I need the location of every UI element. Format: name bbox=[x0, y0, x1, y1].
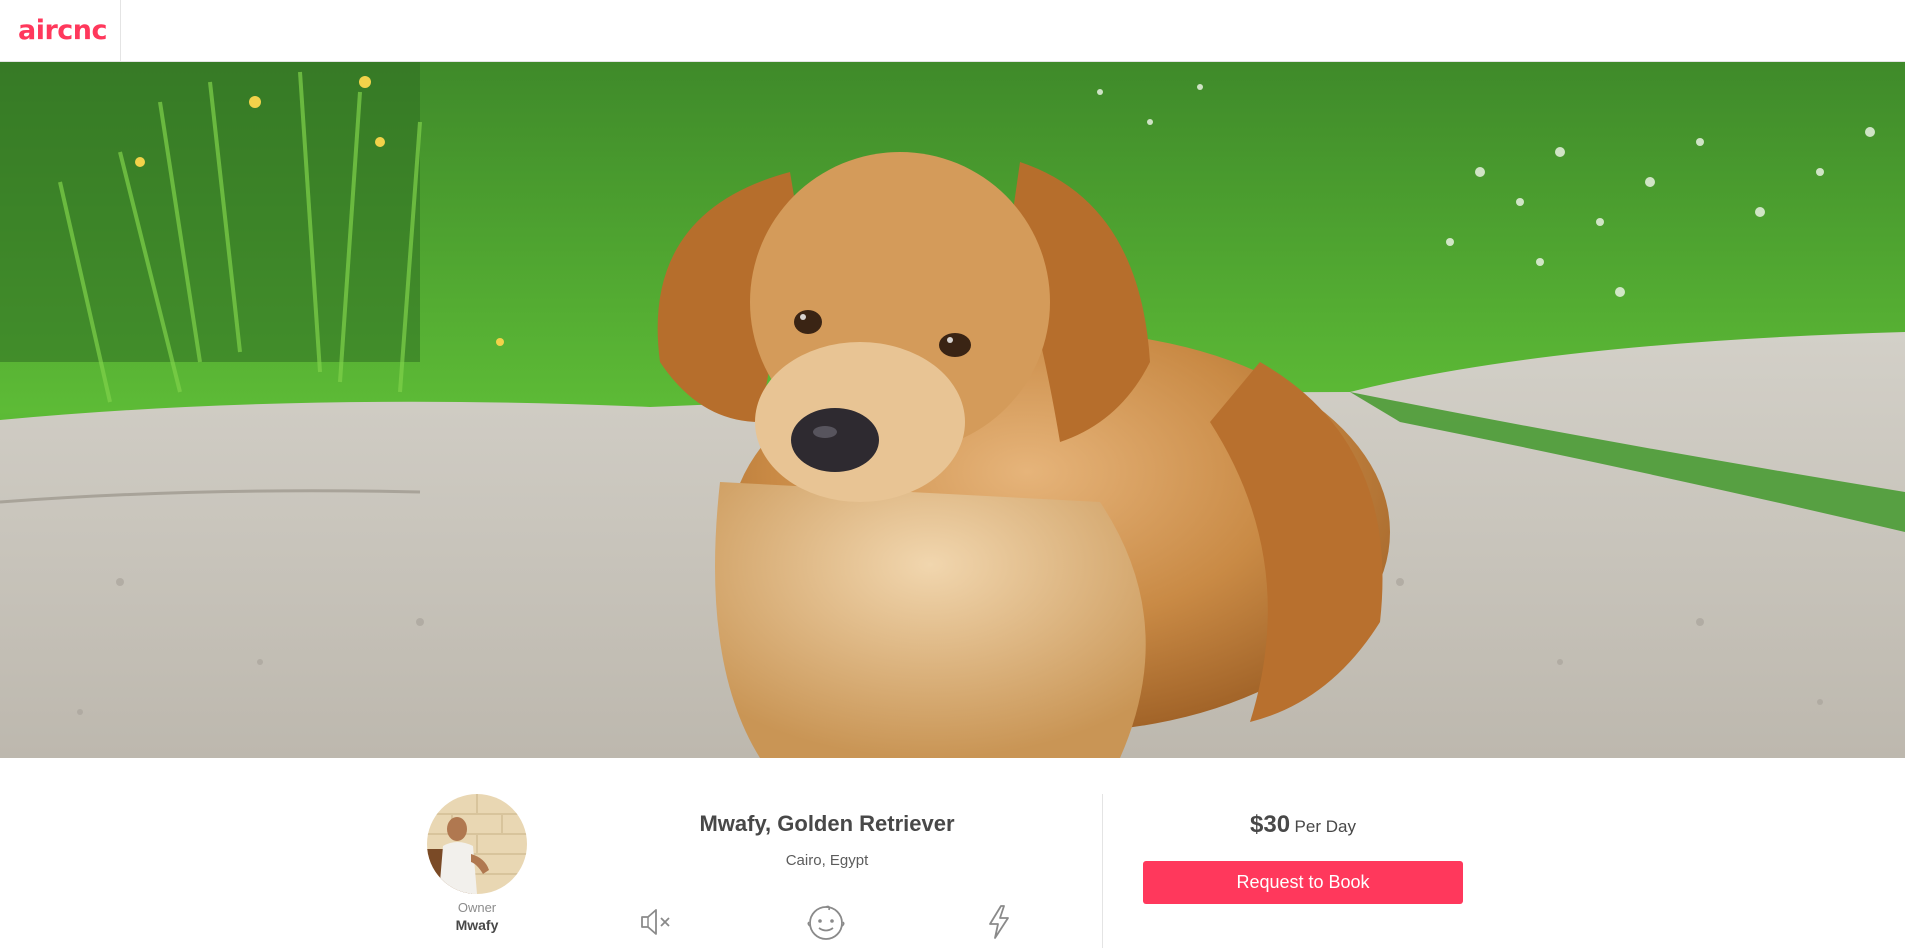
muted-speaker-icon bbox=[635, 900, 679, 944]
price-line: $30 Per Day bbox=[1143, 810, 1463, 843]
top-navigation-bar: aircnc bbox=[0, 0, 1905, 62]
listing-location: Cairo, Egypt bbox=[785, 852, 869, 869]
listing-details: Owner Mwafy Mwafy, Golden Retriever Cair… bbox=[0, 758, 1905, 948]
owner-label: Owner bbox=[457, 900, 497, 915]
listing-summary: Mwafy, Golden Retriever Cairo, Egypt bbox=[602, 810, 1052, 870]
request-to-book-button[interactable]: Request to Book bbox=[1143, 861, 1463, 904]
baby-face-icon bbox=[804, 900, 848, 944]
aircnc-logo[interactable]: aircnc bbox=[18, 15, 108, 46]
owner-card[interactable]: Owner Mwafy bbox=[427, 794, 527, 934]
details-divider bbox=[1102, 794, 1103, 948]
owner-avatar[interactable] bbox=[427, 794, 527, 894]
logo-container: aircnc bbox=[0, 0, 121, 61]
booking-panel: $30 Per Day Request to Book bbox=[1143, 810, 1463, 904]
golden-retriever-photo bbox=[0, 62, 1905, 758]
price-unit: Per Day bbox=[1294, 817, 1356, 836]
owner-name[interactable]: Mwafy bbox=[427, 916, 527, 934]
amenity-icons bbox=[620, 900, 1020, 944]
listing-hero-photo bbox=[0, 62, 1905, 758]
price-amount: $30 bbox=[1250, 811, 1291, 838]
listing-title: Mwafy, Golden Retriever bbox=[699, 811, 955, 836]
lightning-bolt-icon bbox=[977, 900, 1021, 944]
